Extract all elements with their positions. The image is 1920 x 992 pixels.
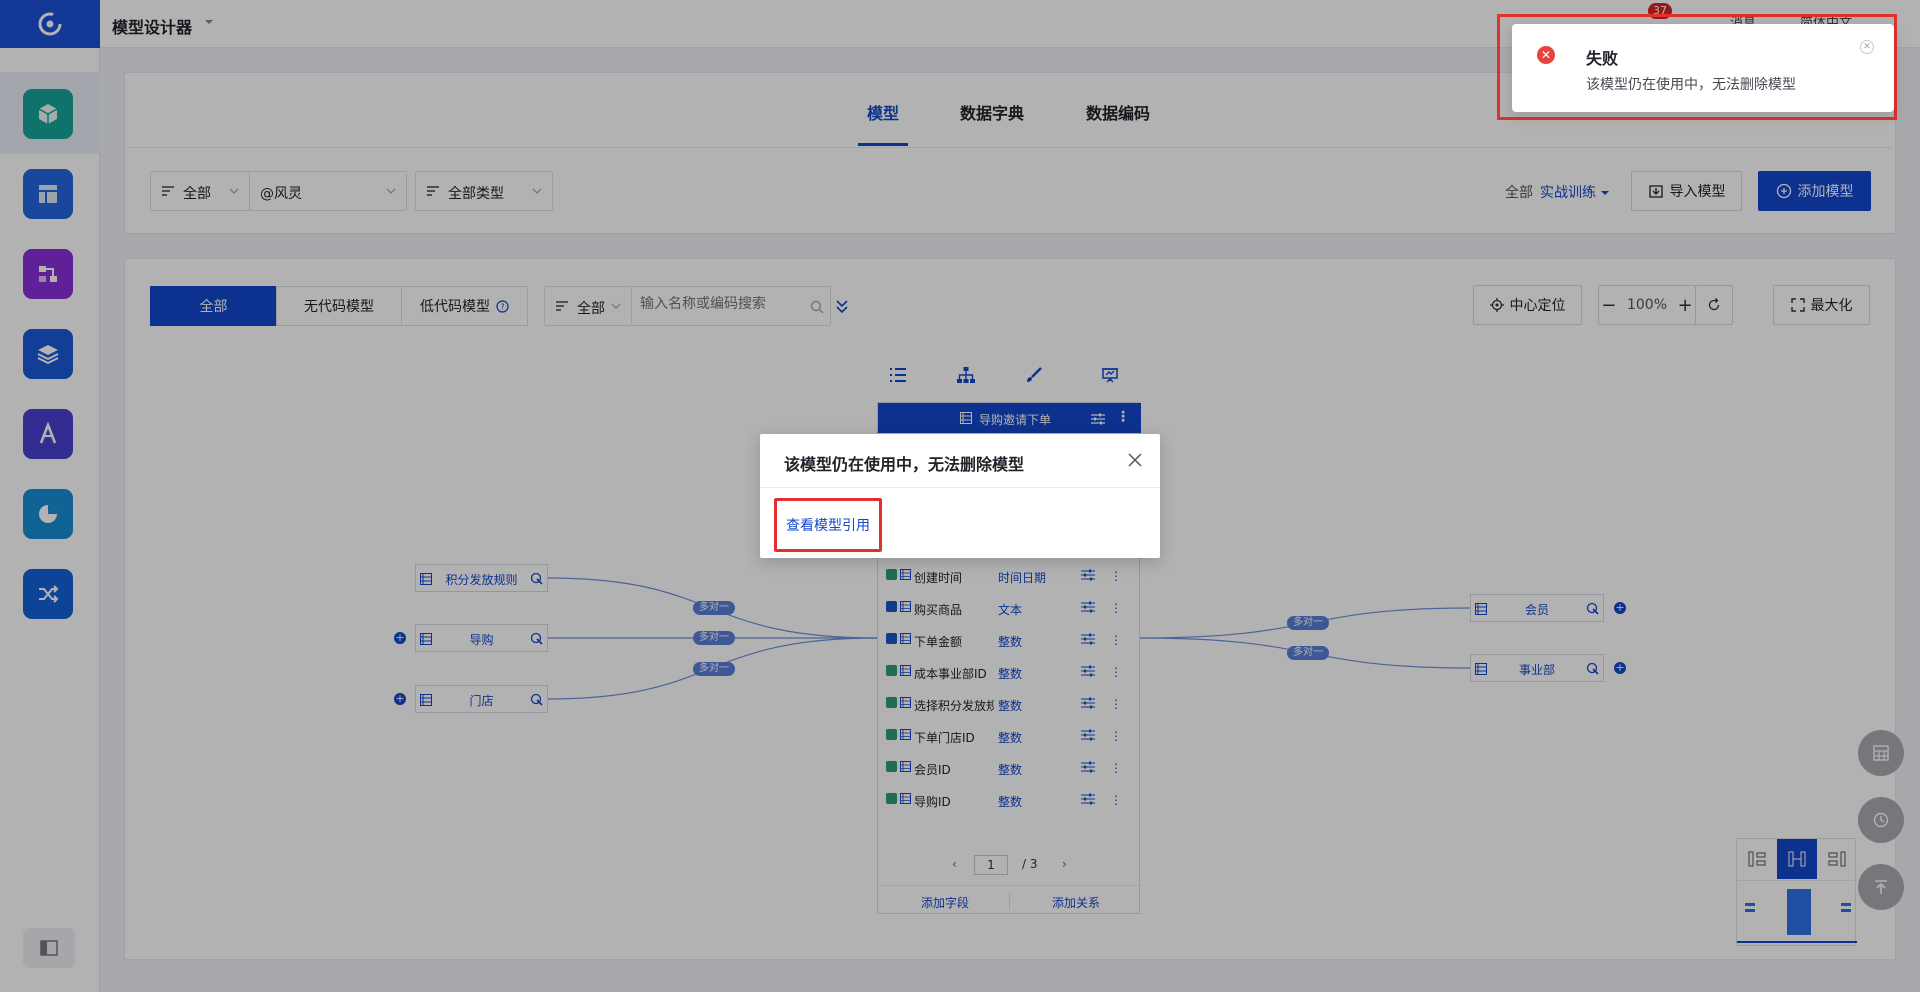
toast-close-icon[interactable]: ✕: [1860, 40, 1874, 54]
error-icon: ✕: [1537, 46, 1555, 64]
toast-message: 该模型仍在使用中，无法删除模型: [1586, 77, 1796, 93]
delete-error-dialog: 该模型仍在使用中，无法删除模型 查看模型引用: [760, 434, 1160, 558]
dialog-divider: [760, 487, 1160, 488]
view-model-references-link[interactable]: 查看模型引用: [774, 498, 882, 552]
dialog-title: 该模型仍在使用中，无法删除模型: [784, 455, 1025, 474]
error-toast: ✕ 失败 该模型仍在使用中，无法删除模型 ✕: [1512, 24, 1894, 112]
close-icon[interactable]: [1128, 453, 1142, 467]
toast-title: 失败: [1586, 49, 1619, 68]
